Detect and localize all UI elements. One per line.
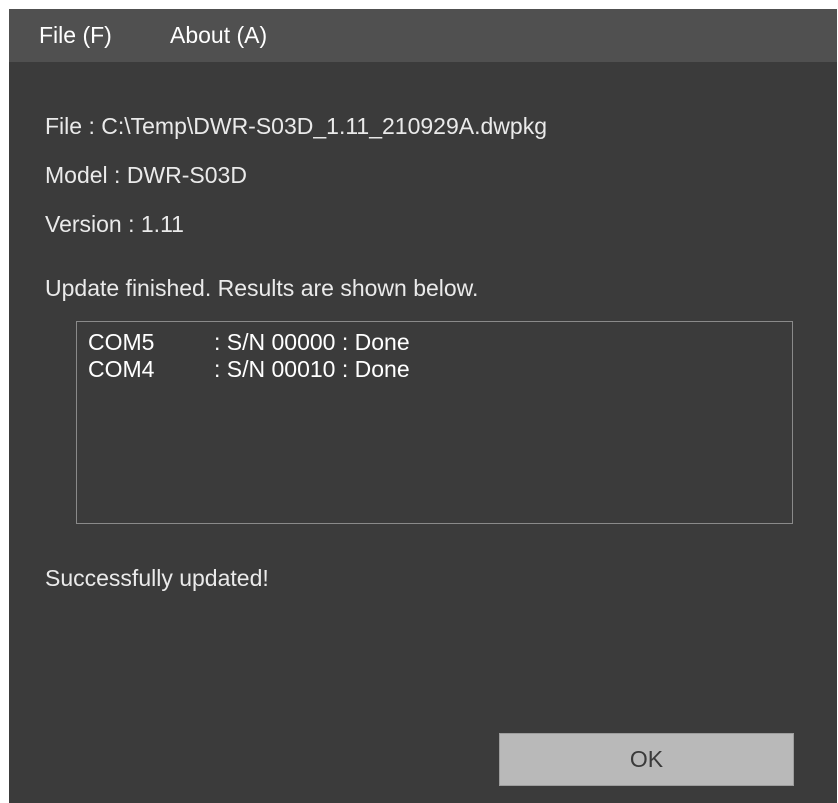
menu-about[interactable]: About (A) (164, 9, 273, 62)
update-status-message: Update finished. Results are shown below… (45, 275, 479, 301)
success-message: Successfully updated! (45, 565, 269, 591)
result-detail: : S/N 00000 : Done (214, 329, 410, 355)
result-port: COM5 (88, 329, 155, 355)
menu-bar: File (F) About (A) (9, 9, 837, 62)
result-detail: : S/N 00010 : Done (214, 356, 410, 382)
model-label: Model : DWR-S03D (45, 162, 247, 188)
file-path-label: File : C:\Temp\DWR-S03D_1.11_210929A.dwp… (45, 113, 547, 139)
ok-button[interactable]: OK (499, 733, 794, 786)
update-result-window: File (F) About (A) File : C:\Temp\DWR-S0… (9, 9, 837, 803)
version-label: Version : 1.11 (45, 211, 184, 237)
results-list[interactable]: COM5 : S/N 00000 : Done COM4 : S/N 00010… (76, 321, 793, 524)
result-port: COM4 (88, 356, 155, 382)
menu-file[interactable]: File (F) (33, 9, 118, 62)
